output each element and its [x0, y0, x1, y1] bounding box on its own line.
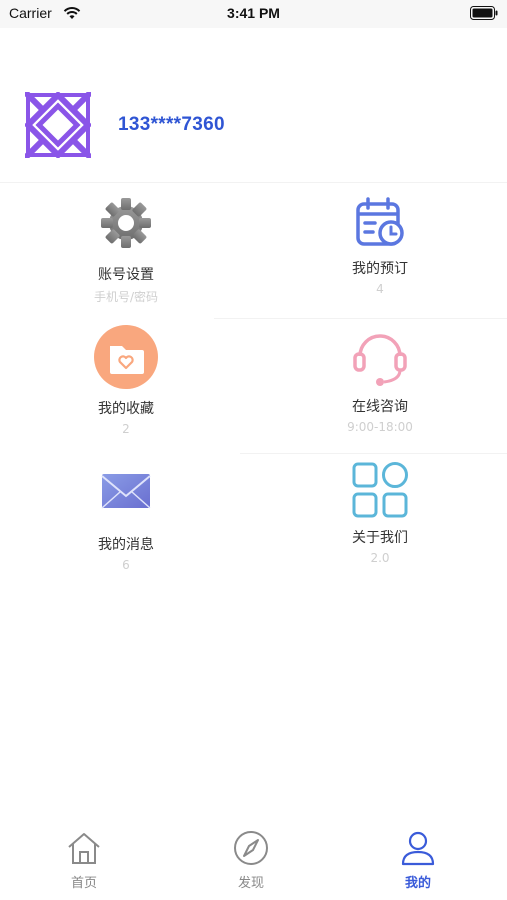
menu-item-my-messages[interactable]: 我的消息 6	[26, 468, 226, 572]
battery-icon	[470, 6, 498, 20]
menu-item-subtitle: 6	[122, 558, 130, 572]
menu-item-my-bookings[interactable]: 我的预订 4	[280, 196, 480, 296]
menu-item-label: 我的收藏	[98, 401, 154, 417]
user-phone: 133****7360	[118, 114, 225, 135]
menu-item-label: 我的预订	[352, 261, 408, 277]
menu-item-my-favorites[interactable]: 我的收藏 2	[26, 324, 226, 436]
menu-item-subtitle: 4	[376, 282, 384, 296]
compass-icon	[234, 831, 268, 865]
menu-item-online-consult[interactable]: 在线咨询 9:00-18:00	[280, 326, 480, 434]
tab-label: 我的	[404, 876, 431, 891]
user-icon	[401, 831, 435, 866]
divider	[240, 453, 507, 454]
profile-header[interactable]: 133****7360	[0, 90, 507, 162]
menu-item-subtitle: 2.0	[370, 551, 390, 565]
menu-item-subtitle: 手机号/密码	[93, 290, 159, 304]
gear-icon	[101, 198, 151, 248]
grid-apps-icon	[352, 462, 408, 518]
headset-icon	[353, 334, 407, 386]
tab-mine[interactable]: 我的	[378, 830, 458, 891]
menu-item-account-settings[interactable]: 账号设置 手机号/密码	[26, 196, 226, 305]
menu-item-subtitle: 2	[122, 422, 130, 436]
folder-heart-icon	[94, 325, 158, 389]
tab-label: 发现	[237, 876, 264, 891]
app-logo-icon	[25, 92, 91, 158]
home-icon	[68, 833, 100, 864]
divider	[0, 182, 507, 183]
tab-label: 首页	[70, 876, 97, 891]
tab-bar: 首页 发现 我的	[0, 822, 507, 900]
tab-home[interactable]: 首页	[44, 830, 124, 891]
menu-item-subtitle: 9:00-18:00	[347, 420, 413, 434]
menu-item-label: 账号设置	[98, 267, 154, 283]
menu-item-about-us[interactable]: 关于我们 2.0	[280, 461, 480, 565]
status-bar: Carrier 3:41 PM	[0, 0, 507, 28]
menu-item-label: 在线咨询	[352, 399, 408, 415]
menu-item-label: 关于我们	[352, 530, 408, 546]
envelope-icon	[101, 474, 151, 509]
menu-item-label: 我的消息	[98, 537, 154, 553]
tab-discover[interactable]: 发现	[211, 830, 291, 891]
divider	[214, 318, 507, 319]
calendar-icon	[356, 197, 404, 246]
clock-label: 3:41 PM	[227, 5, 280, 21]
